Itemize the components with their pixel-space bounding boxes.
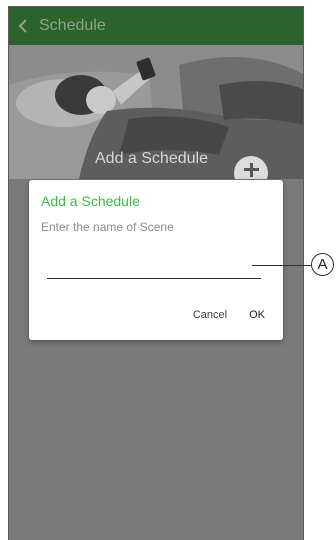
schedule-name-input[interactable] xyxy=(47,256,261,279)
dialog-title: Add a Schedule xyxy=(41,193,140,209)
hero-banner: Add a Schedule xyxy=(9,45,303,179)
callout-line xyxy=(252,265,314,266)
app-bar: Schedule xyxy=(9,7,303,45)
callout-marker: A xyxy=(311,253,334,276)
cancel-button[interactable]: Cancel xyxy=(193,309,227,321)
dialog-prompt: Enter the name of Scene xyxy=(41,220,174,234)
ok-button[interactable]: OK xyxy=(249,309,265,321)
page-title: Schedule xyxy=(39,17,106,34)
back-button[interactable] xyxy=(9,7,37,45)
add-schedule-dialog: Add a Schedule Enter the name of Scene C… xyxy=(29,180,283,340)
chevron-left-icon xyxy=(18,19,27,33)
dialog-actions: Cancel OK xyxy=(193,309,265,321)
add-schedule-label: Add a Schedule xyxy=(95,150,208,167)
